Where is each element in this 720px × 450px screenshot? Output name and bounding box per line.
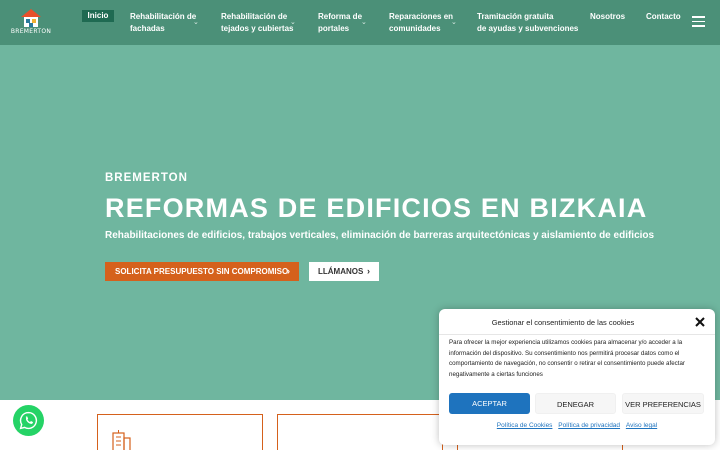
privacy-policy-link[interactable]: Política de privacidad [558, 422, 620, 429]
nav-label-line2: comunidades [389, 24, 441, 33]
close-icon[interactable] [694, 316, 706, 328]
building-icon [112, 430, 131, 450]
call-us-label: LLÁMANOS [318, 267, 364, 276]
nav-item-inicio[interactable]: Inicio [82, 10, 114, 22]
hamburger-icon[interactable] [692, 16, 705, 27]
cookie-policy-link[interactable]: Política de Cookies [497, 422, 553, 429]
site-header: BREMERTON Inicio Rehabilitación de facha… [0, 0, 720, 45]
hero-subtitle: Rehabilitaciones de edificios, trabajos … [105, 230, 655, 241]
cookie-consent-dialog: Gestionar el consentimiento de las cooki… [439, 309, 715, 445]
service-card[interactable] [97, 414, 263, 450]
request-quote-button[interactable]: SOLICITA PRESUPUESTO SIN COMPROMISO › [105, 262, 299, 281]
whatsapp-button[interactable] [13, 405, 44, 436]
call-us-button[interactable]: LLÁMANOS › [309, 262, 379, 281]
cookie-policy-links: Política de Cookies Política de privacid… [439, 422, 715, 429]
deny-cookies-button[interactable]: DENEGAR [535, 393, 616, 414]
nav-label-line2: portales [318, 24, 350, 33]
chevron-down-icon: ⌄ [361, 19, 367, 26]
hero-title: REFORMAS DE EDIFICIOS EN BIZKAIA [105, 193, 648, 223]
chevron-down-icon: ⌄ [290, 19, 296, 26]
nav-label-line2: fachadas [130, 24, 165, 33]
nav-item-tramitacion-ayudas[interactable]: Tramitación gratuita de ayudas y subvenc… [477, 11, 578, 35]
nav-item-rehabilitacion-fachadas[interactable]: Rehabilitación de fachadas ⌄ [130, 11, 199, 35]
nav-label-line1: Reforma de [318, 12, 363, 21]
chevron-right-icon: › [367, 266, 370, 276]
nav-item-reparaciones-comunidades[interactable]: Reparaciones en comunidades ⌄ [389, 11, 457, 35]
logo[interactable]: BREMERTON [8, 6, 54, 40]
nav-label-line1: Rehabilitación de [130, 12, 197, 21]
whatsapp-icon [19, 411, 38, 430]
nav-item-reforma-portales[interactable]: Reforma de portales ⌄ [318, 11, 367, 35]
cookie-body-text: Para ofrecer la mejor experiencia utiliz… [449, 339, 685, 378]
nav-label-line1: Tramitación gratuita [477, 12, 554, 21]
hero-eyebrow: BREMERTON [105, 172, 188, 184]
nav-label-line1: Reparaciones en [389, 12, 454, 21]
nav-label-line2: tejados y cubiertas [221, 24, 294, 33]
cookie-title: Gestionar el consentimiento de las cooki… [491, 318, 635, 327]
nav-item-nosotros[interactable]: Nosotros [590, 11, 625, 23]
chevron-down-icon: ⌄ [451, 19, 457, 26]
legal-notice-link[interactable]: Aviso legal [626, 422, 657, 429]
logo-text: BREMERTON [10, 28, 52, 35]
accept-cookies-button[interactable]: ACEPTAR [449, 393, 530, 414]
view-preferences-button[interactable]: VER PREFERENCIAS [622, 393, 704, 414]
chevron-right-icon: › [287, 266, 290, 276]
chevron-down-icon: ⌄ [193, 19, 199, 26]
house-logo-icon [21, 9, 41, 27]
nav-item-contacto[interactable]: Contacto [646, 11, 681, 23]
service-card[interactable] [277, 414, 443, 450]
divider [439, 334, 715, 335]
request-quote-label: SOLICITA PRESUPUESTO SIN COMPROMISO [115, 267, 289, 276]
nav-label-line1: Rehabilitación de [221, 12, 288, 21]
nav-item-rehabilitacion-tejados[interactable]: Rehabilitación de tejados y cubiertas ⌄ [221, 11, 296, 35]
nav-label-line2: de ayudas y subvenciones [477, 24, 579, 33]
